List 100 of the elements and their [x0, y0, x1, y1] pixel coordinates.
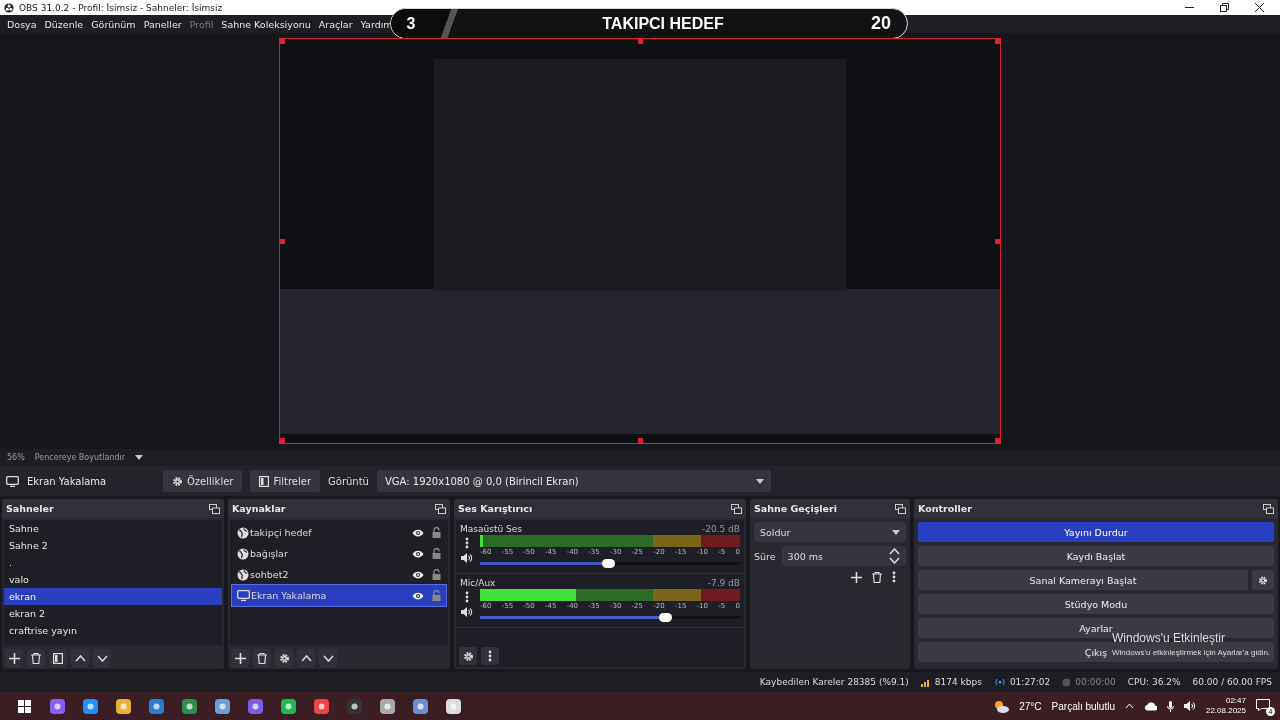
- follower-goal: 20: [870, 13, 892, 34]
- menu-item[interactable]: Paneller: [139, 18, 186, 30]
- dock-title: Sahne Geçişleri: [754, 503, 837, 514]
- resize-handle[interactable]: [280, 39, 285, 44]
- control-button[interactable]: Sanal Kamerayı Başlat: [918, 570, 1248, 590]
- source-item[interactable]: takipçi hedef: [232, 522, 446, 543]
- globe-icon: [237, 547, 249, 560]
- unlocked-lock-icon[interactable]: [432, 569, 441, 580]
- filter-icon[interactable]: [53, 652, 63, 664]
- chevron-up-icon[interactable]: [74, 654, 86, 662]
- more-icon[interactable]: [892, 571, 896, 583]
- source-item[interactable]: bağışlar: [232, 543, 446, 564]
- weather-icon[interactable]: [993, 699, 1010, 713]
- eye-icon[interactable]: [412, 591, 424, 600]
- scale-mode-dropdown[interactable]: Pencereye Boyutlandır: [34, 453, 125, 462]
- weather-condition[interactable]: Parçalı bulutlu: [1051, 700, 1115, 712]
- zoom-level: 56%: [7, 453, 25, 462]
- clock-time[interactable]: 02:47: [1225, 696, 1246, 706]
- resize-handle[interactable]: [995, 238, 1000, 244]
- undock-icon[interactable]: [435, 503, 446, 514]
- more-icon[interactable]: [488, 650, 492, 662]
- undock-icon[interactable]: [209, 503, 220, 514]
- caret-icon[interactable]: [135, 455, 143, 460]
- menu-item[interactable]: Dosya: [3, 18, 41, 30]
- resize-handle[interactable]: [637, 438, 643, 443]
- scene-item[interactable]: .: [4, 554, 222, 571]
- menu-item[interactable]: Görünüm: [87, 18, 140, 30]
- resize-handle[interactable]: [637, 39, 643, 44]
- stream-time: 01:27:02: [1009, 677, 1051, 687]
- scene-item[interactable]: craftrise yayın: [4, 622, 222, 639]
- scene-item[interactable]: Sahne 2: [4, 537, 222, 554]
- resize-handle[interactable]: [280, 238, 285, 244]
- speaker-icon[interactable]: [461, 607, 473, 617]
- eye-icon[interactable]: [412, 570, 424, 579]
- trash-icon[interactable]: [31, 652, 41, 664]
- speaker-icon[interactable]: [1183, 701, 1196, 711]
- chevron-down-icon[interactable]: [322, 654, 334, 662]
- control-button[interactable]: Stüdyo Modu: [918, 594, 1274, 614]
- scene-item[interactable]: valo: [4, 571, 222, 588]
- undock-icon[interactable]: [1263, 503, 1274, 514]
- activation-message: Windows'u etkinleştirmek için Ayarlar'a gidin.: [1112, 648, 1271, 657]
- add-icon[interactable]: [234, 652, 246, 664]
- display-dropdown[interactable]: VGA: 1920x1080 @ 0,0 (Birincil Ekran): [376, 470, 771, 492]
- volume-slider-fill[interactable]: [480, 616, 660, 619]
- globe-icon: [237, 568, 249, 581]
- advanced-audio-icon[interactable]: [462, 650, 474, 662]
- eye-icon[interactable]: [412, 549, 424, 558]
- eye-icon[interactable]: [412, 528, 424, 537]
- transition-dropdown[interactable]: Soldur: [754, 522, 906, 542]
- slider-thumb[interactable]: [602, 559, 616, 568]
- settings-button[interactable]: [1252, 570, 1274, 590]
- scene-item[interactable]: Sahne: [4, 520, 222, 537]
- scene-item[interactable]: ekran: [4, 588, 222, 605]
- chevron-up-icon[interactable]: [889, 548, 900, 555]
- more-icon[interactable]: [465, 591, 469, 603]
- cloud-icon[interactable]: [1143, 701, 1157, 711]
- properties-button[interactable]: Özellikler: [163, 470, 243, 492]
- scene-item[interactable]: ekran 2: [4, 605, 222, 622]
- temperature[interactable]: 27°C: [1019, 700, 1042, 712]
- speaker-icon[interactable]: [461, 553, 473, 563]
- trash-icon[interactable]: [257, 652, 267, 664]
- db-reading: -20.5 dB: [701, 523, 740, 534]
- dropped-frames: Kaybedilen Kareler 28385 (%9.1): [759, 677, 909, 687]
- source-item[interactable]: Ekran Yakalama: [232, 585, 446, 606]
- unlocked-lock-icon[interactable]: [432, 548, 441, 559]
- gear-icon[interactable]: [172, 475, 183, 487]
- restore-icon[interactable]: [1220, 3, 1229, 12]
- chevron-down-icon[interactable]: [96, 654, 108, 662]
- dock-title: Kaynaklar: [232, 503, 286, 514]
- source-item[interactable]: sohbet2: [232, 564, 446, 585]
- add-icon[interactable]: [8, 652, 20, 664]
- undock-icon[interactable]: [895, 503, 906, 514]
- resize-handle[interactable]: [995, 39, 1000, 44]
- undock-icon[interactable]: [731, 503, 742, 514]
- gear-icon[interactable]: [278, 652, 290, 664]
- volume-slider[interactable]: [480, 616, 740, 619]
- clock-date[interactable]: 22.08.2025: [1205, 706, 1246, 716]
- close-icon[interactable]: [1255, 3, 1264, 12]
- volume-slider-fill[interactable]: [480, 562, 603, 565]
- menu-item[interactable]: Düzenle: [40, 18, 88, 30]
- filters-button[interactable]: Filtreler: [250, 470, 321, 492]
- trash-icon[interactable]: [872, 571, 882, 583]
- chevron-down-icon[interactable]: [889, 557, 900, 564]
- control-button[interactable]: Kaydı Başlat: [918, 546, 1274, 566]
- resize-handle[interactable]: [995, 438, 1000, 443]
- volume-slider[interactable]: [480, 562, 740, 565]
- chevron-up-icon[interactable]: [300, 654, 312, 662]
- microphone-icon[interactable]: [1166, 700, 1174, 712]
- resize-handle[interactable]: [280, 438, 285, 443]
- menu-item[interactable]: Sahne Koleksiyonu: [217, 18, 315, 30]
- duration-field[interactable]: 300 ms: [781, 546, 906, 566]
- add-icon[interactable]: [851, 571, 862, 583]
- slider-thumb[interactable]: [659, 613, 673, 622]
- menu-item[interactable]: Araçlar: [314, 18, 357, 30]
- more-icon[interactable]: [465, 537, 469, 549]
- settings-icon[interactable]: [1258, 574, 1268, 586]
- unlocked-lock-icon[interactable]: [432, 527, 441, 538]
- source-name: sohbet2: [250, 569, 290, 580]
- windows-start-icon[interactable]: [18, 699, 31, 713]
- control-button[interactable]: Yayını Durdur: [918, 522, 1274, 542]
